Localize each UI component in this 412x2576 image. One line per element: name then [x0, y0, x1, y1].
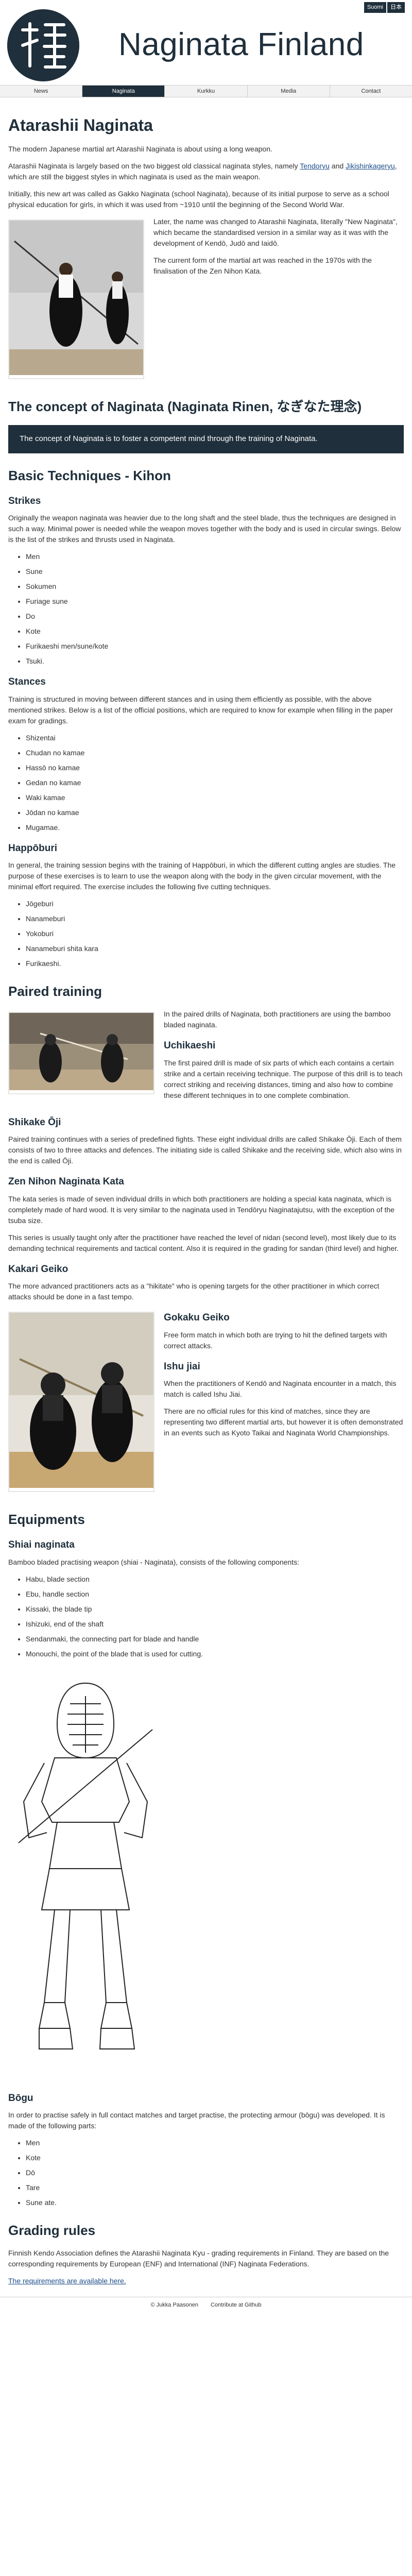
happoburi-text: In general, the training session begins …: [8, 861, 396, 891]
bogu-match-photo-figure: [8, 1312, 154, 1492]
bogu-armour-illustration: [8, 1667, 163, 2080]
zen-nihon-kata-heading: Zen Nihon Naginata Kata: [8, 1176, 124, 1187]
list-item: Nanameburi shita kara: [26, 943, 404, 954]
list-item: Do: [26, 611, 404, 622]
list-item: Kote: [26, 2153, 404, 2163]
bogu-text: In order to practise safely in full cont…: [8, 2111, 385, 2130]
list-item: Tsuki.: [26, 656, 404, 667]
lang-link-finnish[interactable]: Suomi: [364, 2, 386, 13]
shikake-oji-text: Paired training continues with a series …: [8, 1135, 402, 1165]
intro-paragraph-2: Atarashii Naginata is largely based on t…: [8, 162, 397, 181]
basic-techniques-heading: Basic Techniques - Kihon: [8, 467, 171, 483]
list-item: Sune ate.: [26, 2197, 404, 2208]
stances-text: Training is structured in moving between…: [8, 694, 393, 725]
nav-item-media[interactable]: Media: [248, 86, 330, 97]
list-item: Furikaeshi.: [26, 958, 404, 969]
page: Naginata Finland Suomi 日本 News Naginata …: [0, 0, 412, 2313]
footer-github-link[interactable]: Contribute at Github: [211, 2301, 261, 2310]
jikishinkageryu-link[interactable]: Jikishinkageryu: [346, 162, 395, 170]
list-item: Ishizuki, end of the shaft: [26, 1619, 404, 1630]
list-item: Tare: [26, 2182, 404, 2193]
kakari-geiko-text: The more advanced practitioners acts as …: [8, 1282, 380, 1301]
list-item: Mugamae.: [26, 822, 404, 833]
list-item: Furiage sune: [26, 596, 404, 607]
list-item: Gedan no kamae: [26, 777, 404, 788]
site-title: Naginata Finland: [118, 27, 364, 62]
naginata-photo-figure: [8, 219, 144, 379]
zen-nihon-kata-text-2: This series is usually taught only after…: [8, 1233, 399, 1252]
nav-item-contact[interactable]: Contact: [330, 86, 412, 97]
page-footer: © Jukka Paasonen Contribute at Github: [0, 2297, 412, 2313]
tendoryu-link[interactable]: Tendoryu: [300, 162, 330, 170]
shikake-oji-heading: Shikake Ōji: [8, 1116, 61, 1128]
grading-requirements-link[interactable]: The requirements are available here.: [8, 2277, 126, 2285]
strikes-list: Men Sune Sokumen Furiage sune Do Kote Fu…: [8, 551, 404, 667]
list-item: Ebu, handle section: [26, 1589, 404, 1600]
happoburi-heading: Happōburi: [8, 842, 57, 854]
list-item: Dō: [26, 2167, 404, 2178]
main-content: Atarashii Naginata The modern Japanese m…: [0, 97, 412, 2286]
list-item: Men: [26, 551, 404, 562]
happoburi-list: Jōgeburi Nanameburi Yokoburi Nanameburi …: [8, 899, 404, 969]
list-item: Yokoburi: [26, 928, 404, 939]
equipments-heading: Equipments: [8, 1512, 85, 1527]
list-item: Sokumen: [26, 581, 404, 592]
main-nav: News Naginata Kurkku Media Contact: [0, 85, 412, 97]
kanji-logo-icon: [7, 9, 79, 81]
list-item: Furikaeshi men/sune/kote: [26, 641, 404, 652]
nav-item-kurkku[interactable]: Kurkku: [165, 86, 248, 97]
masthead: Naginata Finland Suomi 日本: [0, 0, 412, 85]
list-item: Sendanmaki, the connecting part for blad…: [26, 1634, 404, 1645]
list-item: Jōdan no kamae: [26, 807, 404, 818]
list-item: Chudan no kamae: [26, 748, 404, 758]
concept-banner: The concept of Naginata is to foster a c…: [8, 425, 404, 453]
list-item: Shizentai: [26, 733, 404, 743]
list-item: Jōgeburi: [26, 899, 404, 909]
stances-heading: Stances: [8, 676, 46, 687]
list-item: Sune: [26, 566, 404, 577]
zen-nihon-kata-text-1: The kata series is made of seven individ…: [8, 1194, 394, 1225]
strikes-heading: Strikes: [8, 495, 41, 506]
paired-training-photo: [9, 1013, 153, 1090]
intro-paragraph-1: The modern Japanese martial art Atarashi…: [8, 145, 272, 153]
list-item: Hassō no kamae: [26, 762, 404, 773]
page-title: Atarashii Naginata: [8, 116, 153, 134]
naginata-practitioners-photo: [9, 221, 143, 375]
bogu-heading: Bōgu: [8, 2092, 33, 2104]
strikes-text: Originally the weapon naginata was heavi…: [8, 514, 401, 544]
nav-item-naginata[interactable]: Naginata: [82, 86, 165, 97]
grading-rules-text: Finnish Kendo Association defines the At…: [8, 2249, 389, 2268]
bogu-illustration-figure: [8, 1667, 404, 2083]
site-logo[interactable]: [7, 9, 79, 81]
grading-rules-heading: Grading rules: [8, 2223, 96, 2238]
paired-training-heading: Paired training: [8, 984, 102, 999]
shiai-parts-list: Habu, blade section Ebu, handle section …: [8, 1574, 404, 1659]
concept-heading: The concept of Naginata (Naginata Rinen,…: [8, 399, 362, 414]
stances-list: Shizentai Chudan no kamae Hassō no kamae…: [8, 733, 404, 833]
bogu-parts-list: Men Kote Dō Tare Sune ate.: [8, 2138, 404, 2208]
paired-photo-figure: [8, 1012, 154, 1094]
shiai-naginata-heading: Shiai naginata: [8, 1539, 75, 1550]
list-item: Nanameburi: [26, 913, 404, 924]
intro-paragraph-3: Initially, this new art was called as Ga…: [8, 190, 389, 209]
bogu-match-photo: [9, 1313, 153, 1488]
kakari-geiko-heading: Kakari Geiko: [8, 1263, 68, 1275]
language-switcher: Suomi 日本: [364, 2, 405, 13]
grading-link-paragraph: The requirements are available here.: [8, 2276, 404, 2286]
list-item: Habu, blade section: [26, 1574, 404, 1585]
list-item: Monouchi, the point of the blade that is…: [26, 1649, 404, 1659]
footer-author: © Jukka Paasonen: [150, 2301, 199, 2308]
list-item: Men: [26, 2138, 404, 2148]
list-item: Kote: [26, 626, 404, 637]
nav-item-news[interactable]: News: [0, 86, 83, 97]
list-item: Kissaki, the blade tip: [26, 1604, 404, 1615]
list-item: Waki kamae: [26, 792, 404, 803]
lang-link-japanese[interactable]: 日本: [387, 2, 405, 13]
shiai-naginata-text: Bamboo bladed practising weapon (shiai -…: [8, 1557, 299, 1566]
